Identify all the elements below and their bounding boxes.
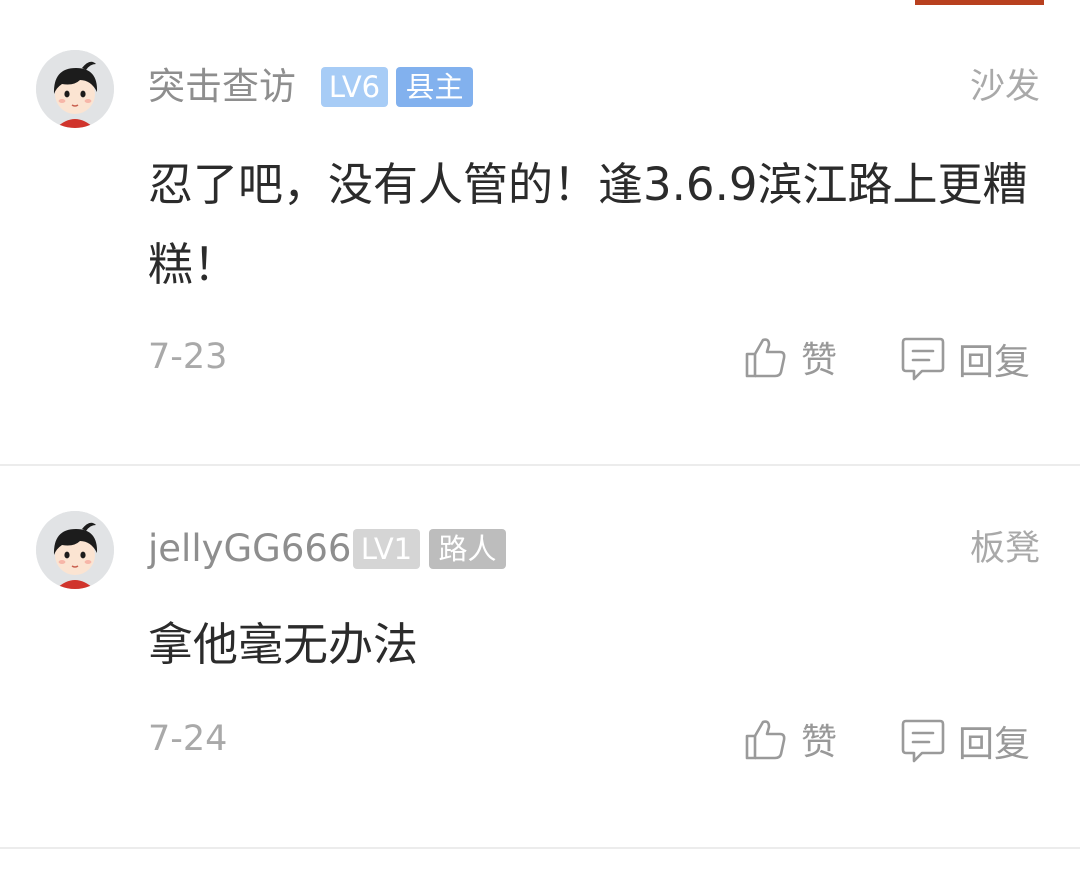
reply-button[interactable]: 回复 <box>900 716 1030 766</box>
cartoon-avatar-icon <box>36 50 114 128</box>
rank-badge: 路人 <box>429 529 506 569</box>
like-label: 赞 <box>801 722 838 763</box>
thumbs-up-icon <box>745 338 786 378</box>
floor-label: 沙发 <box>969 67 1040 107</box>
floor-label: 板凳 <box>969 529 1040 569</box>
comment-list-page: 突击查访 LV6 县主 沙发 忍了吧，没有人管的！逢3.6.9滨江路上更糟糕！ … <box>0 0 1080 887</box>
cartoon-avatar-icon <box>36 511 114 589</box>
reply-label: 回复 <box>958 342 1031 383</box>
like-label: 赞 <box>801 340 838 381</box>
comment-divider <box>0 847 1080 849</box>
thumbs-up-icon <box>745 720 786 760</box>
comment-date: 7-24 <box>148 719 228 759</box>
like-button[interactable]: 赞 <box>743 714 837 764</box>
comment-date: 7-23 <box>148 337 228 377</box>
comment-item: jellyGG666 LV1 路人 板凳 拿他毫无办法 7-24 赞 回复 <box>0 466 1080 847</box>
user-avatar[interactable] <box>36 50 114 128</box>
reply-button[interactable]: 回复 <box>900 334 1030 384</box>
comment-content: 拿他毫无办法 <box>148 618 419 671</box>
comment-item: 突击查访 LV6 县主 沙发 忍了吧，没有人管的！逢3.6.9滨江路上更糟糕！ … <box>0 0 1080 465</box>
rank-badge: 县主 <box>396 67 473 107</box>
comment-bubble-icon <box>901 719 945 763</box>
like-button[interactable]: 赞 <box>743 332 837 382</box>
comment-bubble-icon <box>901 337 945 381</box>
comment-content: 忍了吧，没有人管的！逢3.6.9滨江路上更糟糕！ <box>148 158 1028 291</box>
username[interactable]: jellyGG666 <box>148 527 351 571</box>
level-badge: LV6 <box>321 67 388 107</box>
user-avatar[interactable] <box>36 511 114 589</box>
username[interactable]: 突击查访 <box>148 65 296 109</box>
reply-label: 回复 <box>958 724 1031 765</box>
level-badge: LV1 <box>353 529 420 569</box>
